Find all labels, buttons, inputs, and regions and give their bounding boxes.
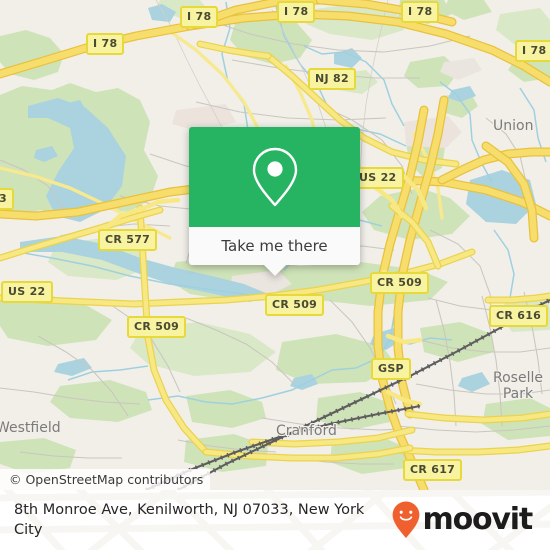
road-shield-i78-c: I 78 (401, 1, 440, 23)
road-shield-us22-b: US 22 (1, 281, 53, 303)
place-label-roselle-park-line2: Park (502, 385, 534, 402)
road-shield-i78-a: I 78 (180, 6, 219, 28)
moovit-wordmark: moovit (422, 502, 534, 537)
footer-bar: 8th Monroe Ave, Kenilworth, NJ 07033, Ne… (0, 490, 550, 550)
road-shield-cr616: CR 616 (489, 305, 549, 327)
place-label-westfield: Westfield (0, 420, 61, 436)
place-label-roselle-park: Roselle Park (493, 370, 543, 402)
road-shield-cr509-a: CR 509 (265, 294, 325, 316)
place-label-union: Union (493, 118, 534, 134)
destination-popup-card[interactable]: Take me there (189, 127, 360, 276)
moovit-pin-smiley-icon (392, 501, 419, 538)
road-shield-cr577: CR 577 (98, 229, 158, 251)
road-shield-gsp: GSP (371, 358, 411, 380)
take-me-there-button[interactable]: Take me there (189, 227, 360, 276)
popup-icon-area (189, 127, 360, 227)
road-shield-i78-e: I 78 (515, 40, 550, 62)
road-shield-i78-b: I 78 (277, 1, 316, 23)
road-shield-i78-d: I 78 (86, 33, 125, 55)
map-pin-icon (252, 147, 297, 207)
place-label-cranford: Cranford (276, 423, 337, 439)
moovit-map-screenshot: .park { fill:#cfe3b9; } .scrub { fill:#d… (0, 0, 550, 550)
take-me-there-label: Take me there (221, 237, 328, 255)
place-label-roselle-park-line1: Roselle (493, 370, 543, 386)
road-shield-cr-edge: 3 (0, 188, 14, 210)
moovit-logo: moovit (391, 500, 534, 540)
road-shield-cr509-b: CR 509 (370, 272, 430, 294)
destination-address: 8th Monroe Ave, Kenilworth, NJ 07033, Ne… (14, 502, 365, 538)
road-shield-cr509-c: CR 509 (127, 316, 187, 338)
map-canvas[interactable]: .park { fill:#cfe3b9; } .scrub { fill:#d… (0, 0, 550, 490)
popup-pointer-tail (263, 265, 286, 276)
osm-attribution[interactable]: © OpenStreetMap contributors (0, 469, 211, 490)
road-shield-nj82: NJ 82 (308, 68, 356, 90)
road-shield-cr617: CR 617 (403, 459, 463, 481)
